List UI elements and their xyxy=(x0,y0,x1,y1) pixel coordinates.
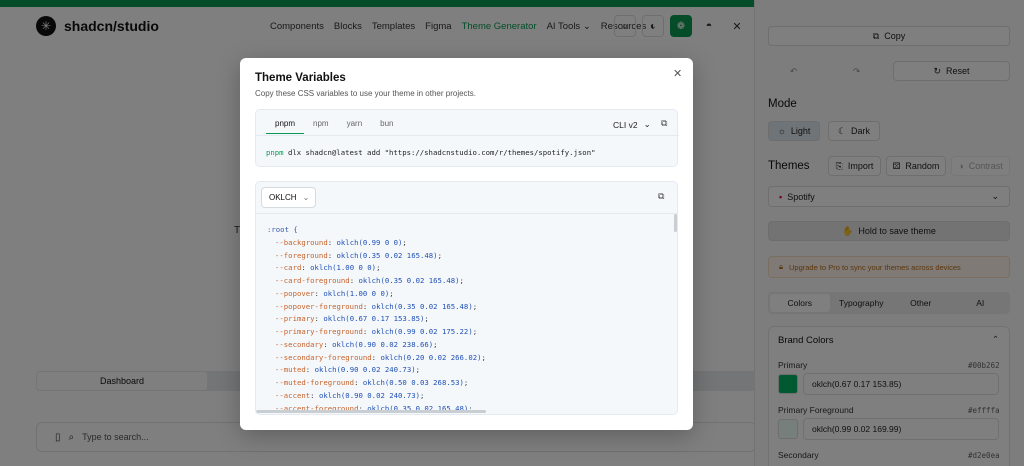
css-variable-name: --popover xyxy=(275,288,315,298)
css-variable-line: --foreground: oklch(0.35 0.02 165.48); xyxy=(267,250,486,263)
css-colon: : xyxy=(362,327,372,336)
css-variable-value: oklch(0.35 0.02 165.48) xyxy=(371,301,473,311)
css-semicolon: ; xyxy=(463,378,469,387)
cli-version-select[interactable]: CLI v2 ⌄ xyxy=(613,119,651,130)
theme-variables-dialog: Theme Variables Copy these CSS variables… xyxy=(240,58,693,430)
css-variable-name: --muted xyxy=(275,365,306,375)
css-semicolon: ; xyxy=(472,301,478,311)
close-icon[interactable]: ✕ xyxy=(673,67,682,80)
chevron-down-icon: ⌄ xyxy=(302,193,310,202)
css-variable-value: oklch(0.90 0.02 240.73) xyxy=(318,390,420,400)
css-variable-name: --foreground xyxy=(275,250,328,260)
css-variable-line: --secondary-foreground: oklch(0.20 0.02 … xyxy=(267,352,486,365)
css-semicolon: ; xyxy=(415,365,421,375)
css-variable-line: --background: oklch(0.99 0 0); xyxy=(267,237,486,250)
divider xyxy=(256,213,677,214)
css-semicolon: ; xyxy=(437,250,442,260)
css-colon: : xyxy=(301,263,311,273)
copy-command-icon[interactable]: ⧉ xyxy=(661,118,667,129)
css-variable-line: --card-foreground: oklch(0.35 0.02 165.4… xyxy=(267,275,486,288)
css-semicolon: ; xyxy=(376,263,381,273)
package-manager-tabs: pnpm npm yarn bun xyxy=(266,116,403,134)
css-colon: : xyxy=(327,237,337,247)
css-variable-line: --accent-foreground: oklch(0.35 0.02 165… xyxy=(267,403,486,415)
css-semicolon: ; xyxy=(472,327,478,336)
css-variable-value: oklch(0.50 0.03 268.53) xyxy=(362,378,464,387)
css-variable-line: --popover: oklch(1.00 0 0); xyxy=(267,288,486,301)
css-variable-line: --muted: oklch(0.90 0.02 240.73); xyxy=(267,364,486,377)
dialog-description: Copy these CSS variables to use your the… xyxy=(255,89,476,98)
cli-version-value: CLI v2 xyxy=(613,119,638,130)
css-variable-line: --primary: oklch(0.67 0.17 153.85); xyxy=(267,313,486,326)
css-variable-line: --popover-foreground: oklch(0.35 0.02 16… xyxy=(267,301,486,314)
css-variable-name: --card xyxy=(275,263,302,273)
tab-npm[interactable]: npm xyxy=(304,116,338,134)
css-variable-value: oklch(0.35 0.02 165.48) xyxy=(358,276,460,285)
css-colon: : xyxy=(354,378,363,387)
css-colon: : xyxy=(327,250,337,260)
css-variable-value: oklch(1.00 0 0) xyxy=(310,263,377,273)
install-command: pnpm dlx shadcn@latest add "https://shad… xyxy=(266,148,596,157)
css-semicolon: ; xyxy=(424,314,429,324)
css-semicolon: ; xyxy=(389,288,394,298)
divider xyxy=(256,135,679,136)
css-variable-value: oklch(0.67 0.17 153.85) xyxy=(323,314,425,324)
css-variable-value: oklch(0.90 0.02 240.73) xyxy=(314,365,416,375)
vertical-scrollbar[interactable] xyxy=(674,214,677,232)
dialog-title: Theme Variables xyxy=(255,72,346,84)
css-variable-value: oklch(0.20 0.02 266.02) xyxy=(380,352,482,362)
tab-yarn[interactable]: yarn xyxy=(338,116,372,134)
css-colon: : xyxy=(305,365,315,375)
css-variable-line: --secondary: oklch(0.90 0.02 238.66); xyxy=(267,339,486,352)
css-variable-line: --muted-foreground: oklch(0.50 0.03 268.… xyxy=(267,377,486,390)
css-semicolon: ; xyxy=(420,390,425,400)
tab-pnpm[interactable]: pnpm xyxy=(266,116,305,134)
css-variable-value: oklch(0.99 0.02 175.22) xyxy=(371,327,473,336)
css-variable-name: --primary-foreground xyxy=(275,327,363,336)
css-colon: : xyxy=(362,301,372,311)
css-variable-name: --accent xyxy=(275,390,311,400)
tab-bun[interactable]: bun xyxy=(371,116,402,134)
horizontal-scrollbar[interactable] xyxy=(256,410,486,413)
css-variable-line: --primary-foreground: oklch(0.99 0.02 17… xyxy=(267,326,486,339)
css-semicolon: ; xyxy=(459,276,464,285)
install-command-box: pnpm npm yarn bun CLI v2 ⌄ ⧉ pnpm dlx shadc… xyxy=(255,109,679,167)
css-selector: :root { xyxy=(267,225,298,234)
css-variable-line: --accent: oklch(0.90 0.02 240.73); xyxy=(267,390,486,403)
css-colon: : xyxy=(323,339,333,349)
css-variable-name: --background xyxy=(275,237,328,247)
css-variable-name: --popover-foreground xyxy=(275,301,363,311)
color-format-select[interactable]: OKLCH ⌄ xyxy=(261,187,316,208)
chevron-down-icon: ⌄ xyxy=(643,119,651,129)
css-variable-name: --muted-foreground xyxy=(275,378,355,387)
css-variable-value: oklch(0.35 0.02 165.48) xyxy=(336,250,438,260)
css-variables-box: OKLCH ⌄ ⧉ :root { --background: oklch(0.… xyxy=(255,181,678,415)
css-semicolon: ; xyxy=(402,237,407,247)
copy-css-icon[interactable]: ⧉ xyxy=(658,191,664,202)
command-text: dlx shadcn@latest add "https://shadcnstu… xyxy=(283,148,596,157)
css-variable-name: --primary xyxy=(275,314,315,324)
css-variable-value: oklch(1.00 0 0) xyxy=(323,288,390,298)
command-keyword: pnpm xyxy=(266,148,284,157)
css-colon: : xyxy=(310,390,319,400)
css-variable-name: --secondary xyxy=(275,339,324,349)
css-code-block: :root { --background: oklch(0.99 0 0); --… xyxy=(267,224,486,415)
color-format-value: OKLCH xyxy=(269,193,297,202)
css-variable-value: oklch(0.99 0 0) xyxy=(336,237,403,247)
css-semicolon: ; xyxy=(481,352,486,362)
css-variable-line: --card: oklch(1.00 0 0); xyxy=(267,262,486,275)
css-variable-name: --card-foreground xyxy=(275,276,350,285)
css-semicolon: ; xyxy=(433,339,438,349)
css-variable-name: --secondary-foreground xyxy=(275,352,372,362)
css-variable-value: oklch(0.90 0.02 238.66) xyxy=(332,339,434,349)
